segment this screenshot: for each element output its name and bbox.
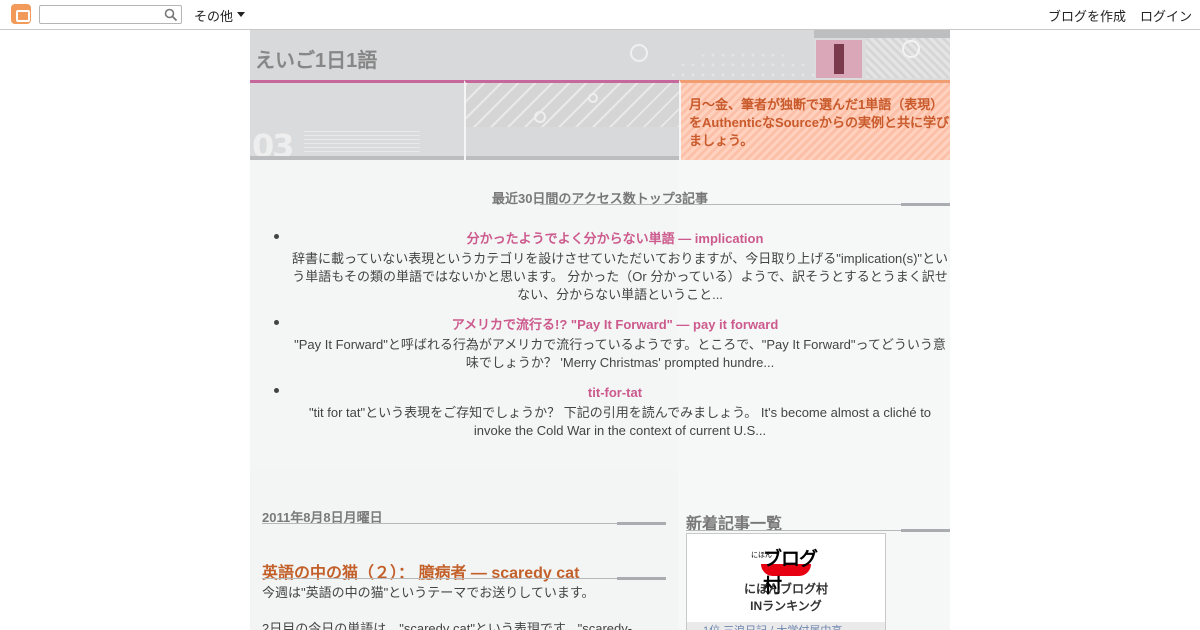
blogger-navbar: その他 ブログを作成 ログイン [0, 0, 1200, 30]
header-bar [814, 30, 950, 38]
date-underline [262, 523, 666, 524]
popular-post-snippet: "Pay It Forward"と呼ばれる行為がアメリカで流行っているようです。… [294, 337, 946, 370]
popular-post-link[interactable]: tit-for-tat [280, 384, 950, 402]
ranking-label: INランキング [750, 599, 822, 613]
search-box [39, 5, 182, 24]
popular-post-link[interactable]: 分かったようでよく分からない単語 — implication [280, 230, 950, 248]
popular-post-link[interactable]: アメリカで流行る!? "Pay It Forward" — pay it for… [280, 316, 950, 334]
bullet-icon [274, 234, 279, 239]
post-title-underline-accent [617, 577, 666, 580]
caret-down-icon[interactable] [237, 12, 245, 17]
ranking-label: にほんブログ村 [743, 582, 828, 596]
list-item: tit-for-tat "tit for tat"という表現をご存知でしょうか？… [274, 384, 950, 440]
post-title-underline [262, 578, 666, 579]
header-tile-number: 03 [250, 80, 464, 165]
blog-title[interactable]: えいご1日1語 [255, 44, 377, 73]
map-circle-decoration [534, 111, 546, 123]
popular-post-snippet: "tit for tat"という表現をご存知でしょうか？ 下記の引用を読んでみま… [308, 405, 932, 438]
map-circle-decoration [588, 93, 598, 103]
search-input[interactable] [42, 7, 160, 22]
login-link[interactable]: ログイン [1140, 6, 1192, 25]
header-circle-decoration [630, 44, 648, 62]
sidebar-title-underline-accent [901, 529, 950, 532]
post-body-text: 2日目の今日の単語は、"scaredy cat"という表現です。"scaredy… [262, 621, 633, 630]
blogmura-ranking-widget: にほん ブログ村 にほんブログ村 INランキング 1位 三浪日記 / 大学付属中… [686, 533, 886, 630]
list-item: 分かったようでよく分からない単語 — implication 辞書に載っていない… [274, 230, 950, 304]
popular-post-snippet: 辞書に載っていない表現というカテゴリを設けさせていただいておりますが、今日取り上… [291, 251, 949, 302]
blog-header: えいご1日1語 [250, 30, 818, 110]
popular-posts-list: 分かったようでよく分からない単語 — implication 辞書に載っていない… [274, 230, 950, 452]
post-title-link[interactable]: 英語の中の猫（２）： 臆病者 — scaredy cat [262, 559, 579, 583]
blog-page: えいご1日1語 03 月～金、筆者が独断で選んだ1単語（表現）をAuthenti… [250, 30, 950, 630]
blogger-logo-icon[interactable] [11, 4, 31, 24]
post-body-text: 今週は"英語の中の猫"というテーマでお送りしています。 [262, 585, 595, 600]
header-image [814, 30, 950, 82]
map-image [466, 83, 679, 127]
tagline-box: 月～金、筆者が独断で選んだ1単語（表現）をAuthenticなSourceからの… [679, 80, 950, 160]
blog-tagline: 月～金、筆者が独断で選んだ1単語（表現）をAuthenticなSourceからの… [689, 97, 950, 148]
blogmura-logo[interactable]: にほん ブログ村 [751, 546, 821, 597]
search-icon[interactable] [164, 8, 178, 22]
statue-image [816, 40, 862, 78]
more-menu-button[interactable]: その他 [194, 6, 233, 25]
content-area: 2011年8月8日月曜日 英語の中の猫（２）： 臆病者 — scaredy ca… [250, 470, 950, 630]
title-underline-accent [901, 203, 950, 206]
sidebar: 新着記事一覧 にほん ブログ村 にほんブログ村 INランキング 1位 三浪日記 … [678, 470, 950, 630]
main-column: 2011年8月8日月曜日 英語の中の猫（２）： 臆病者 — scaredy ca… [250, 470, 678, 630]
tile-text-lines [304, 131, 420, 153]
ranking-entry-link[interactable]: 1位 三浪日記 / 大学付属中高 [687, 622, 885, 630]
list-item: アメリカで流行る!? "Pay It Forward" — pay it for… [274, 316, 950, 372]
date-underline-accent [617, 522, 666, 525]
create-blog-link[interactable]: ブログを作成 [1048, 6, 1126, 25]
popular-posts-widget: 最近30日間のアクセス数トップ3記事 分かったようでよく分からない単語 — im… [250, 160, 950, 470]
header-tile-map [464, 80, 681, 160]
bullet-icon [274, 320, 279, 325]
bullet-icon [274, 388, 279, 393]
title-underline [540, 204, 950, 205]
header-circle-decoration [902, 40, 920, 58]
